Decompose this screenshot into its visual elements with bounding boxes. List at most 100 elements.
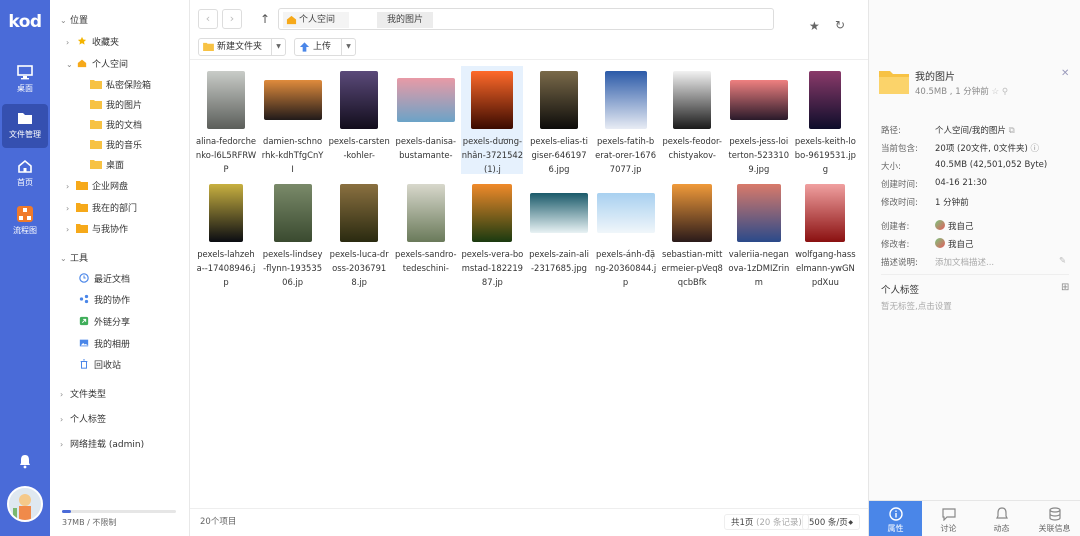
file-item[interactable]: sebastian-mittermeier-pVeq8qcbBfk [661, 179, 723, 287]
breadcrumb-personal-space[interactable]: 个人空间 [283, 12, 350, 28]
tree-my-documents[interactable]: 我的文档 [90, 117, 142, 135]
up-level-button[interactable]: ↑ [256, 9, 274, 29]
tree-my-pictures[interactable]: 我的图片 [90, 97, 142, 115]
tree-position[interactable]: ⌄ 位置 [60, 12, 88, 30]
file-item[interactable]: pexels-danisa-bustamante- [395, 66, 457, 174]
tree-file-types[interactable]: › 文件类型 [60, 386, 106, 404]
file-item[interactable]: pexels-jess-loiterton-5233109.jpg [728, 66, 790, 174]
upload-button[interactable]: 上传 ▼ [294, 38, 356, 56]
chevron-down-icon[interactable]: ▼ [271, 39, 285, 55]
file-item[interactable]: pexels-feodor-chistyakov- [661, 66, 723, 174]
rail-item-desktop[interactable]: 桌面 [2, 58, 48, 102]
clock-icon [79, 273, 89, 283]
file-thumbnail [604, 71, 647, 129]
file-item[interactable]: damien-schnorhk-kdhTfgCnYI [262, 66, 324, 174]
tree-personal-tags[interactable]: › 个人标签 [60, 411, 106, 429]
tags-empty-text[interactable]: 暂无标签,点击设置 [881, 300, 952, 312]
chevron-down-icon[interactable]: ▼ [341, 39, 355, 55]
tree-private-vault[interactable]: 私密保险箱 [90, 77, 151, 95]
file-name: valeriia-neganova-1zDMIZrinm [728, 249, 790, 287]
star-icon[interactable]: ★ [809, 19, 820, 33]
file-item[interactable]: pexels-dương-nhân-3721542(1).j [461, 66, 524, 174]
file-item[interactable]: wolfgang-hasselmann-ywGNpdXuu [794, 179, 856, 287]
tree-recycle-bin[interactable]: 回收站 [78, 357, 121, 375]
file-name: pexels-lahzeha--17408946.jp [196, 249, 256, 287]
panel-desc-input[interactable]: 添加文档描述... ✎ [935, 256, 1066, 268]
share-link-icon [79, 316, 89, 326]
pin-icon[interactable]: ⚲ [1002, 87, 1008, 97]
tree-desktop[interactable]: 桌面 [90, 157, 124, 175]
panel-path-value: 个人空间/我的图片 ⧉ [935, 124, 1015, 136]
file-item[interactable]: pexels-lindsey-flynn-19353506.jp [262, 179, 324, 287]
tab-discussion-label: 讨论 [940, 524, 957, 533]
file-name: pexels-danisa-bustamante- [395, 136, 457, 160]
tab-properties[interactable]: 属性 [869, 501, 922, 536]
tab-related[interactable]: 关联信息 [1028, 501, 1080, 536]
avatar[interactable] [7, 486, 43, 522]
tab-activity[interactable]: 动态 [975, 501, 1028, 536]
panel-created-value: 04-16 21:30 [935, 178, 987, 188]
info-icon[interactable]: ⓘ [1030, 144, 1039, 154]
tree-network-mount[interactable]: › 网络挂载 (admin) [60, 436, 144, 454]
file-thumbnail [263, 80, 322, 120]
tree-recycle-bin-label: 回收站 [94, 361, 122, 371]
desc-placeholder: 添加文档描述... [935, 258, 995, 268]
file-thumbnail [340, 184, 379, 242]
tree-my-music[interactable]: 我的音乐 [90, 137, 142, 155]
close-icon[interactable]: ✕ [1061, 68, 1069, 79]
star-icon[interactable]: ☆ [992, 87, 1000, 97]
file-item[interactable]: pexels-fatih-berat-orer-16767077.jp [595, 66, 657, 174]
rail-item-file-manager[interactable]: 文件管理 [2, 104, 48, 148]
per-page-select[interactable]: 500 条/页 ◆ [802, 514, 860, 530]
add-tag-icon[interactable]: ⊞ [1061, 282, 1069, 293]
back-button[interactable]: ‹ [198, 9, 218, 29]
tab-discussion[interactable]: 讨论 [922, 501, 975, 536]
file-item[interactable]: pexels-sandro-tedeschini- [395, 179, 457, 287]
file-item[interactable]: pexels-keith-lobo-9619531.jpg [794, 66, 856, 174]
file-item[interactable]: alina-fedorchenko-l6L5RFRWP [195, 66, 257, 174]
new-folder-button[interactable]: 新建文件夹 ▼ [198, 38, 286, 56]
bell-icon[interactable] [16, 452, 34, 470]
breadcrumb-my-pictures[interactable]: 我的图片 [377, 12, 434, 28]
bell-icon [995, 507, 1008, 519]
file-item[interactable]: pexels-ánh-đặng-20360844.jp [595, 179, 657, 287]
file-item[interactable]: pexels-zain-ali-2317685.jpg [528, 179, 590, 287]
file-item[interactable]: pexels-luca-dross-20367918.jp [328, 179, 390, 287]
tree-share-links[interactable]: 外链分享 [78, 314, 130, 332]
edit-icon[interactable]: ✎ [1059, 256, 1066, 266]
tree-recent-docs[interactable]: 最近文档 [78, 271, 130, 289]
file-item[interactable]: pexels-carsten-kohler- [328, 66, 390, 174]
file-item[interactable]: pexels-elias-tigiser-6461976.jpg [528, 66, 590, 174]
tree-desktop-label: 桌面 [106, 161, 125, 171]
copy-icon[interactable]: ⧉ [1009, 126, 1015, 136]
user-icon [935, 220, 945, 230]
refresh-icon[interactable]: ↻ [835, 18, 845, 32]
rail-label-flowchart: 流程图 [13, 226, 37, 235]
rail-item-home[interactable]: 首页 [2, 152, 48, 196]
tree-my-department[interactable]: › 我在的部门 [66, 200, 137, 218]
file-item[interactable]: valeriia-neganova-1zDMIZrinm [728, 179, 790, 287]
tree-personal-tags-label: 个人标签 [70, 415, 107, 425]
tree-collaboration[interactable]: › 与我协作 [66, 221, 128, 239]
file-item[interactable]: pexels-lahzeha--17408946.jp [195, 179, 257, 287]
tree-tools[interactable]: ⌄ 工具 [60, 250, 88, 268]
tree-personal-space[interactable]: ⌄ 个人空间 [66, 56, 128, 74]
file-name: pexels-sandro-tedeschini- [395, 249, 457, 273]
app-rail: kod 桌面 文件管理 首页 流程图 [0, 0, 50, 536]
tree-favorites[interactable]: › 收藏夹 [66, 34, 119, 52]
file-thumbnail [540, 71, 578, 129]
creator-name: 我自己 [948, 222, 974, 232]
tree-my-collab[interactable]: 我的协作 [78, 292, 130, 310]
trash-icon [80, 359, 88, 369]
file-item[interactable]: pexels-vera-bomstad-18221987.jp [461, 179, 523, 287]
rail-item-flowchart[interactable]: 流程图 [2, 200, 48, 244]
panel-desc-label: 描述说明: [881, 258, 918, 268]
avatar-image-icon [9, 488, 41, 520]
pagination[interactable]: 共1页 (20 条记录) [724, 514, 809, 530]
forward-button[interactable]: › [222, 9, 242, 29]
file-name: pexels-ánh-đặng-20360844.jp [594, 249, 657, 287]
tree-enterprise-drive[interactable]: › 企业网盘 [66, 178, 128, 196]
tree-my-album[interactable]: 我的相册 [78, 336, 130, 354]
address-bar[interactable]: 个人空间 我的图片 ★ ↻ [278, 8, 845, 33]
file-name: pexels-lindsey-flynn-19353506.jp [262, 249, 323, 287]
